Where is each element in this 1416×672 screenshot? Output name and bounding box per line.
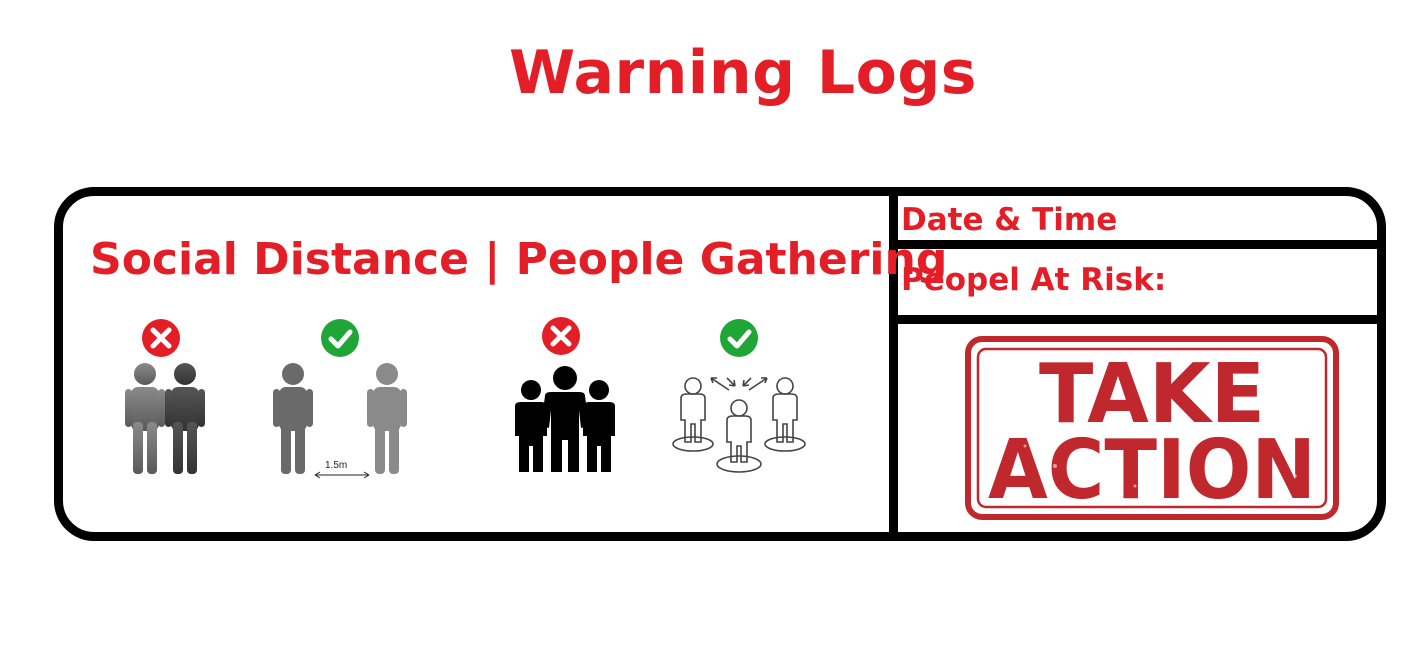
warning-panel: Social Distance | People Gathering 1.5m … [54,187,1386,541]
check-circle-icon [720,319,758,357]
check-circle-icon [321,319,359,357]
x-circle-icon [542,317,580,355]
people-dispersed-icon [672,377,806,473]
people-at-risk-label: Peopel At Risk: [901,262,1167,298]
crowd-gathering-icon [515,366,615,472]
x-circle-icon [142,319,180,357]
panel-divider-horizontal [889,240,1377,249]
panel-divider-horizontal [889,315,1377,324]
section-heading: Social Distance | People Gathering [90,234,948,285]
stamp-line-2: ACTION [988,423,1316,518]
date-time-label: Date & Time [901,202,1118,238]
take-action-stamp-icon: TAKE ACTION [965,336,1339,520]
distance-label: 1.5m [325,460,348,471]
people-close-together-icon [125,363,205,474]
page-title: Warning Logs [508,38,978,108]
